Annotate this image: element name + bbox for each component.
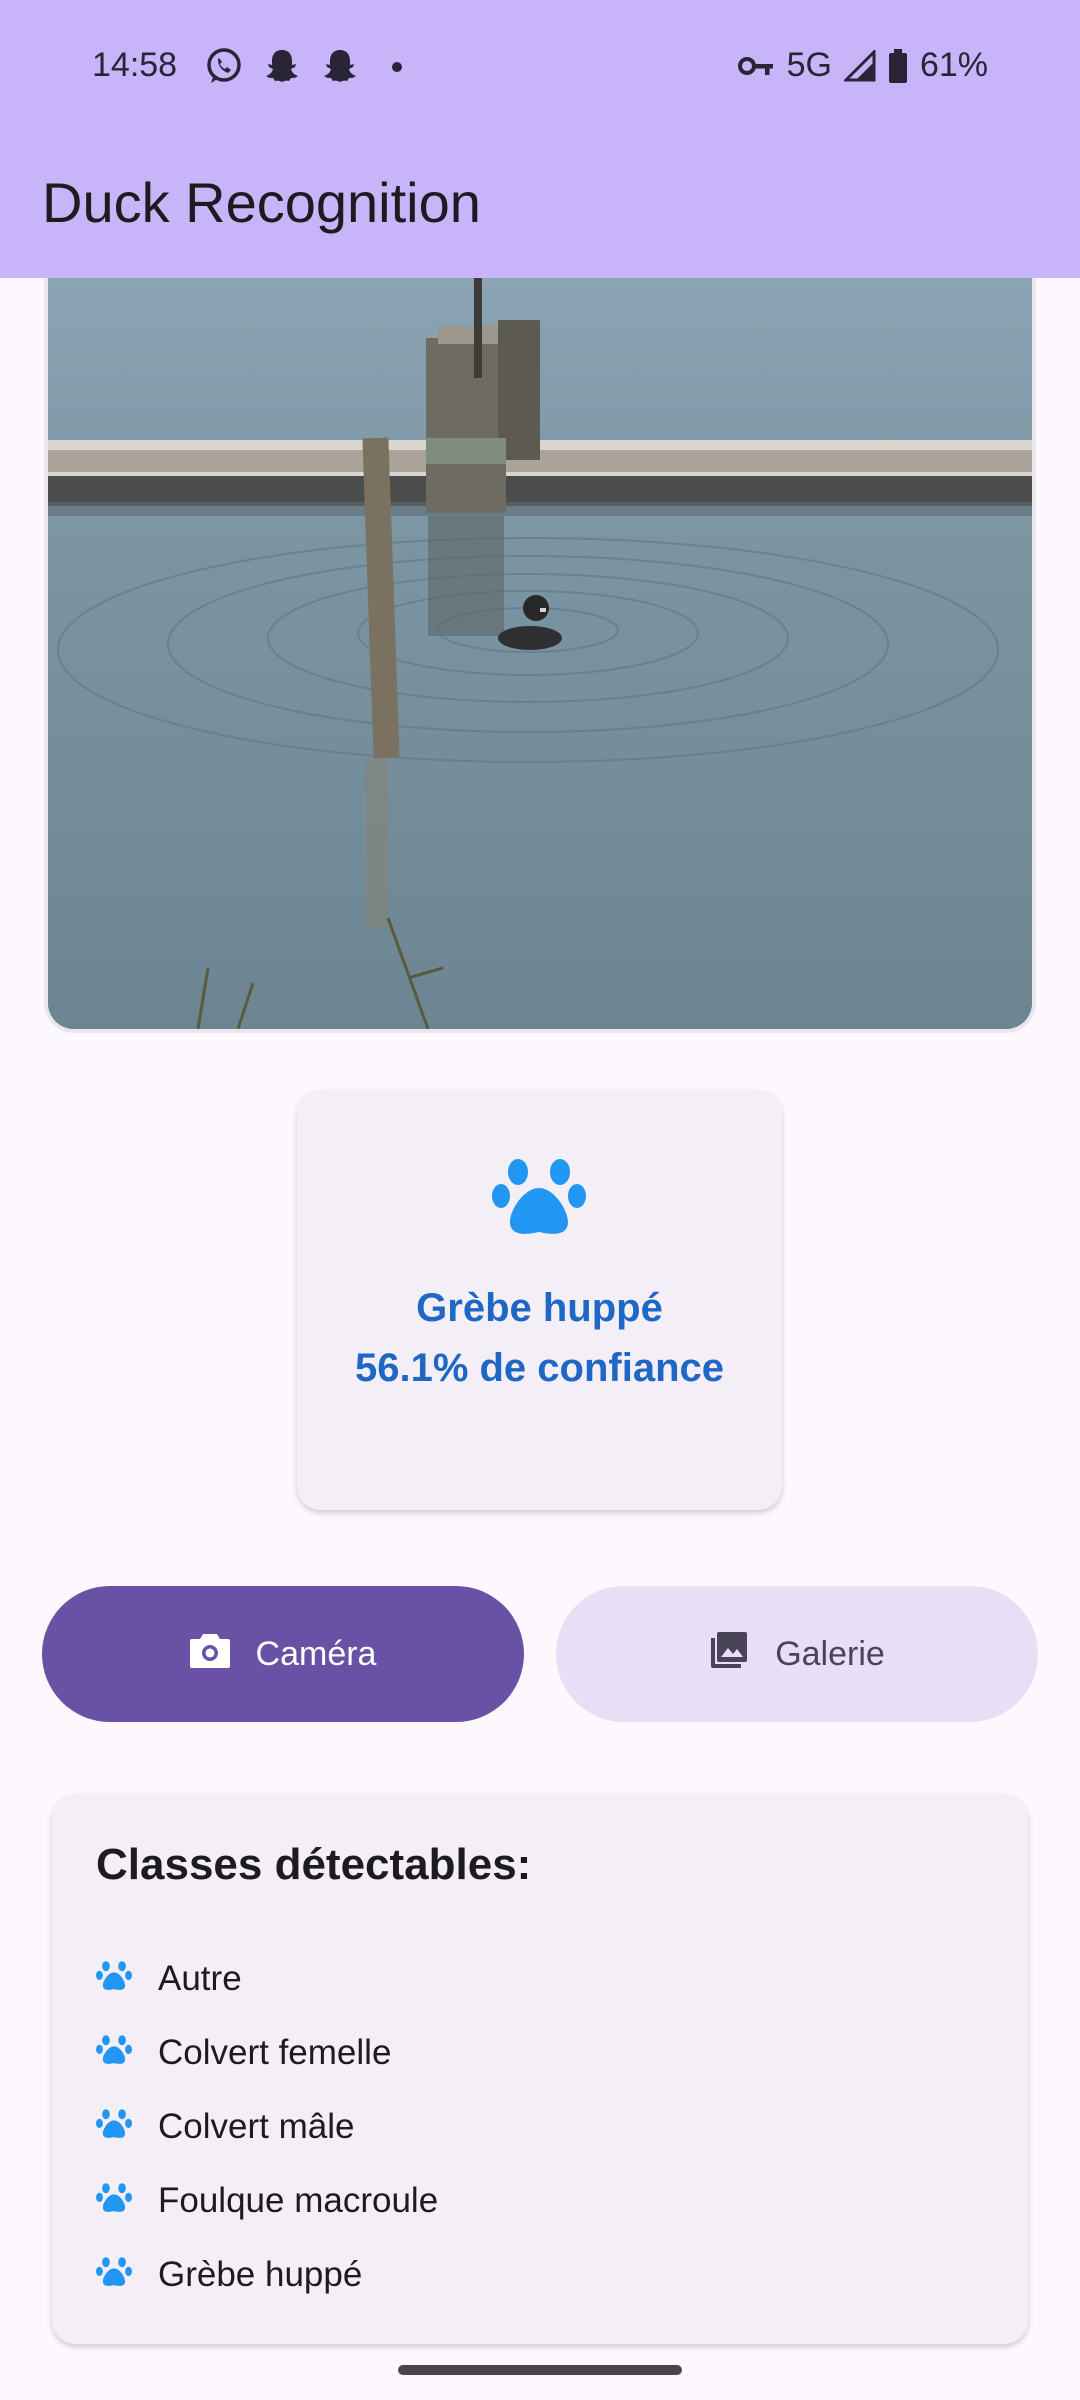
predicted-class: Grèbe huppé (416, 1286, 663, 1330)
whatsapp-icon (204, 46, 244, 86)
list-item: Foulque macroule (96, 2164, 438, 2238)
confidence-text: 56.1% de confiance (354, 1346, 725, 1390)
paw-icon (96, 2106, 132, 2149)
system-status-icons: 5G 61% (737, 46, 988, 85)
prediction-card: Grèbe huppé 56.1% de confiance (297, 1090, 782, 1510)
paw-icon (96, 1958, 132, 2001)
class-label: Colvert femelle (158, 2033, 392, 2072)
vpn-key-icon (737, 53, 775, 79)
selected-photo (44, 278, 1036, 1033)
camera-button-label: Caméra (255, 1634, 377, 1673)
network-type: 5G (786, 46, 832, 84)
class-label: Autre (158, 1959, 242, 1998)
home-indicator[interactable] (398, 2365, 682, 2375)
image-icon (709, 1630, 749, 1679)
paw-icon (96, 2032, 132, 2075)
class-label: Grèbe huppé (158, 2255, 363, 2294)
paw-icon (96, 2180, 132, 2223)
app-title: Duck Recognition (42, 171, 481, 234)
camera-icon (189, 1632, 230, 1677)
snapchat-icon (320, 46, 360, 86)
snapchat-icon (262, 46, 302, 86)
classes-card: Classes détectables: Autre Colvert femel… (52, 1794, 1028, 2344)
gallery-button-label: Galerie (775, 1634, 885, 1673)
camera-button[interactable]: Caméra (42, 1586, 524, 1722)
battery-icon (888, 48, 908, 83)
paw-icon (96, 2254, 132, 2297)
status-time: 14:58 (92, 46, 178, 84)
more-dot-icon (392, 62, 402, 72)
list-item: Autre (96, 1942, 438, 2016)
classes-list: Autre Colvert femelle Colvert mâle Foulq… (96, 1942, 438, 2312)
list-item: Grèbe huppé (96, 2238, 438, 2312)
gallery-button[interactable]: Galerie (556, 1586, 1038, 1722)
classes-heading: Classes détectables: (96, 1840, 532, 1889)
list-item: Colvert mâle (96, 2090, 438, 2164)
app-bar: 14:58 5G 61% Duck Recognition (0, 0, 1080, 278)
paw-icon (492, 1152, 586, 1243)
list-item: Colvert femelle (96, 2016, 438, 2090)
battery-percent: 61% (919, 46, 988, 84)
class-label: Colvert mâle (158, 2107, 355, 2146)
class-label: Foulque macroule (158, 2181, 439, 2220)
signal-icon (843, 49, 876, 82)
status-bar: 14:58 5G 61% (0, 40, 1080, 94)
